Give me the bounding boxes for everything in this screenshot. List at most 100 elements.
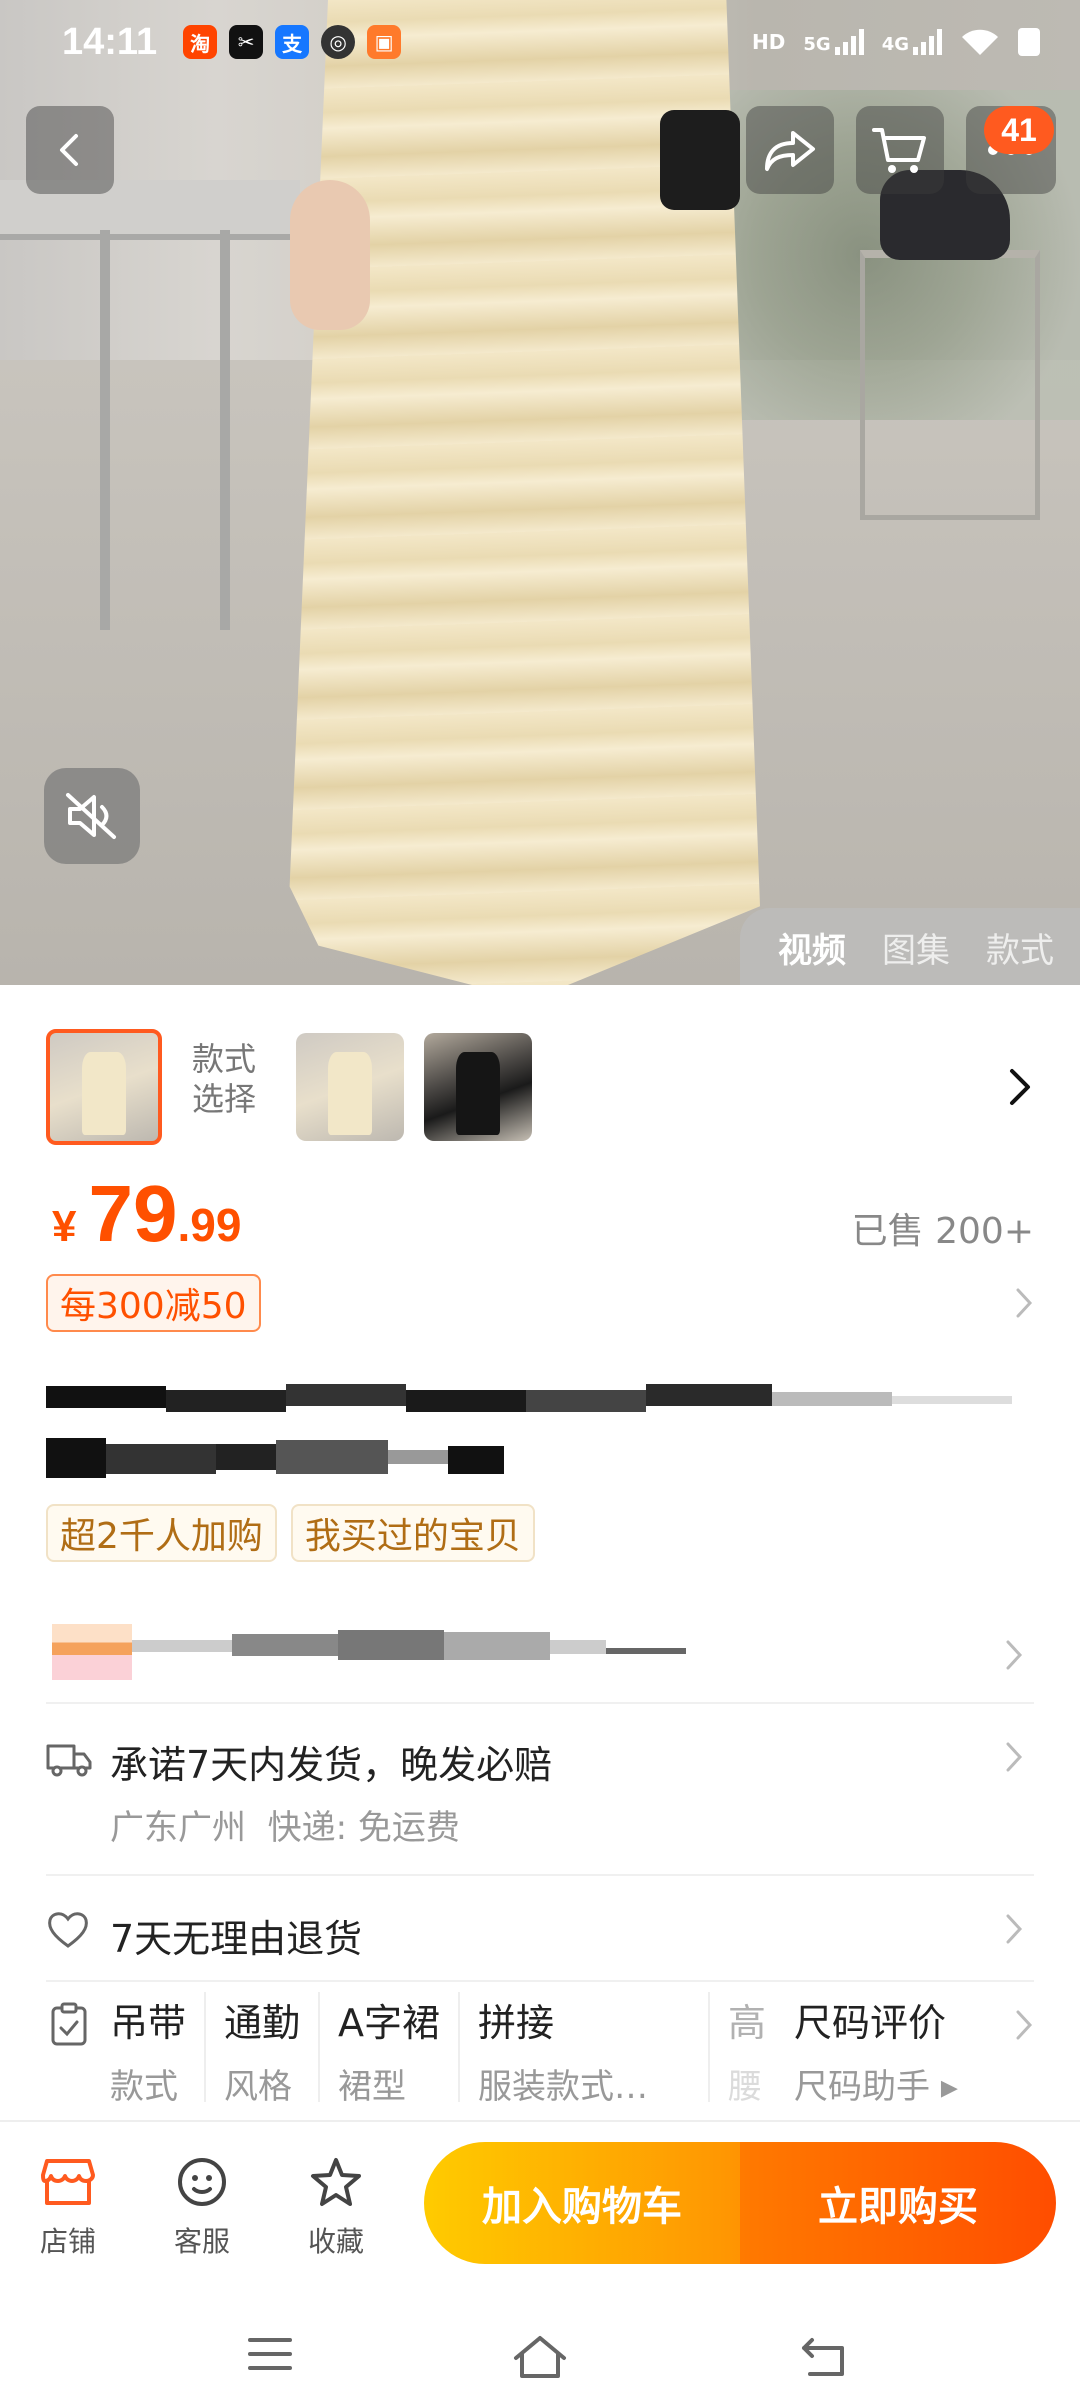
hd-icon: HD (752, 30, 786, 54)
capcut-notification-icon: ✂ (229, 25, 264, 59)
tab-video[interactable]: 视频 (778, 923, 846, 972)
back-nav-icon[interactable] (800, 2334, 850, 2378)
shop-label: 店铺 (39, 2225, 96, 2258)
tag-cart-popular: 超2千人加购 (46, 1504, 277, 1562)
signal-bars-icon (834, 29, 864, 55)
product-page: 14:11 淘 ✂ 支 ◎ ▣ HD 5G 4G 41 视频 图集 款式 款式 … (0, 0, 1080, 2408)
status-time: 14:11 (62, 20, 158, 63)
background-table-leg (100, 230, 110, 630)
style-thumbnails: 款式 选择 (0, 985, 1080, 1175)
redaction-bar (46, 1438, 106, 1478)
back-arrow-icon (60, 134, 78, 166)
chevron-right-icon[interactable] (1014, 1286, 1034, 1320)
thumb-figure (456, 1052, 500, 1135)
shipping-title: 承诺7天内发货，晚发必赔 (110, 1743, 553, 1787)
add-to-cart-button[interactable]: 加入购物车 (424, 2142, 740, 2264)
redaction-bar (286, 1384, 406, 1406)
redaction-bar (646, 1384, 772, 1406)
heart-icon (48, 1912, 88, 1948)
cart-button[interactable] (856, 106, 944, 194)
attr-waist: 高腰 (710, 1992, 774, 2107)
style-thumb-black[interactable] (424, 1033, 532, 1141)
app-notification-icon: ◎ (321, 25, 356, 59)
attr-garment: 拼接 服装款式… (460, 1992, 711, 2107)
tab-styles[interactable]: 款式 (986, 923, 1054, 972)
home-icon[interactable] (510, 2334, 570, 2380)
share-icon (765, 131, 815, 171)
style-thumb-cream[interactable] (296, 1033, 404, 1141)
truck-icon (46, 1744, 92, 1777)
attr-name: 腰 (728, 2067, 763, 2107)
shipping-detail: 广东广州 快递: 免运费 (110, 1808, 460, 1848)
tag-bought-before[interactable]: 我买过的宝贝 (290, 1504, 535, 1562)
style-select-label[interactable]: 款式 选择 (192, 1039, 272, 1119)
attr-value: 高 (728, 2001, 767, 2045)
wifi-icon (962, 29, 998, 55)
buy-now-button[interactable]: 立即购买 (740, 2142, 1056, 2264)
attr-name: 裙型 (338, 2067, 407, 2107)
redaction-bar (216, 1444, 276, 1470)
favorite-label: 收藏 (307, 2225, 364, 2258)
signal-5g: 5G (803, 29, 864, 55)
service-label: 客服 (173, 2225, 230, 2258)
shop-icon (41, 2159, 95, 2205)
style-thumb-selected[interactable] (46, 1029, 162, 1145)
price-decimal: .99 (177, 1199, 242, 1251)
favorite-button[interactable]: 收藏 (286, 2152, 386, 2260)
clipboard-icon (51, 2002, 87, 2046)
returns-row[interactable]: 7天无理由退货 (46, 1878, 1034, 1982)
redaction-bar (338, 1630, 444, 1660)
cart-icon (872, 128, 926, 173)
model-bag (660, 110, 740, 210)
coupon-row-redacted[interactable] (46, 1604, 1034, 1704)
size-review[interactable]: 尺码评价 尺码助手 ▸ (774, 1992, 976, 2107)
model-hand (290, 180, 370, 330)
signal-bars-icon (913, 29, 942, 55)
cart-count-badge: 41 (984, 106, 1054, 154)
chevron-right-icon[interactable] (1006, 1067, 1034, 1107)
shipping-row[interactable]: 承诺7天内发货，晚发必赔 广东广州 快递: 免运费 (46, 1706, 1034, 1876)
promo-badge[interactable]: 每300减50 (46, 1274, 261, 1332)
redaction-bar (444, 1632, 550, 1660)
battery-icon (1018, 28, 1040, 56)
price-currency: ¥ (52, 1202, 77, 1251)
redaction-bar (772, 1392, 892, 1406)
chevron-right-icon (1006, 1640, 1023, 1670)
thumb-figure (328, 1052, 372, 1135)
attr-name: 款式 (110, 2067, 178, 2107)
returns-policy: 7天无理由退货 (110, 1917, 363, 1961)
purchase-buttons: 加入购物车 立即购买 (424, 2142, 1056, 2264)
attributes-row[interactable]: 吊带 款式 通勤 风格 A字裙 裙型 拼接 服装款式… 高腰 尺码评价 尺码助手 ▸ (46, 1986, 1034, 2116)
app-notification-icon-2: ▣ (367, 25, 402, 59)
redaction-bar (388, 1450, 448, 1464)
size-assistant-link[interactable]: 尺码助手 ▸ (794, 2059, 958, 2108)
signal-4g: 4G (882, 29, 942, 55)
alipay-notification-icon: 支 (275, 25, 310, 59)
sold-count: 已售 200+ (851, 1211, 1034, 1252)
redaction-bar (132, 1640, 232, 1652)
bottom-action-bar: 店铺 客服 收藏 加入购物车 立即购买 (0, 2120, 1080, 2294)
tab-gallery[interactable]: 图集 (882, 923, 950, 972)
attr-value: 拼接 (478, 2001, 555, 2045)
attr-value: A字裙 (338, 2001, 441, 2045)
mute-button[interactable] (44, 768, 140, 864)
redaction-bar (46, 1386, 166, 1408)
shop-button[interactable]: 店铺 (18, 2152, 118, 2260)
redaction-bar (606, 1648, 686, 1654)
signal-4g-label: 4G (881, 34, 909, 55)
redaction-bar (166, 1390, 286, 1412)
thumb-figure (82, 1052, 126, 1135)
back-button[interactable] (26, 106, 114, 194)
chevron-right-icon (1006, 1914, 1023, 1944)
service-button[interactable]: 客服 (152, 2152, 252, 2260)
attr-fashion: 通勤 风格 (206, 1992, 321, 2107)
background-shelf (860, 250, 1040, 520)
speaker-muted-icon (66, 793, 116, 839)
redaction-bar (276, 1440, 388, 1474)
background-table-leg (220, 230, 230, 630)
price-integer: 79 (88, 1169, 178, 1258)
share-button[interactable] (746, 106, 834, 194)
attr-skirt-type: A字裙裙型 (320, 1992, 461, 2107)
menu-icon[interactable] (246, 2334, 294, 2374)
taobao-notification-icon: 淘 (183, 25, 218, 59)
